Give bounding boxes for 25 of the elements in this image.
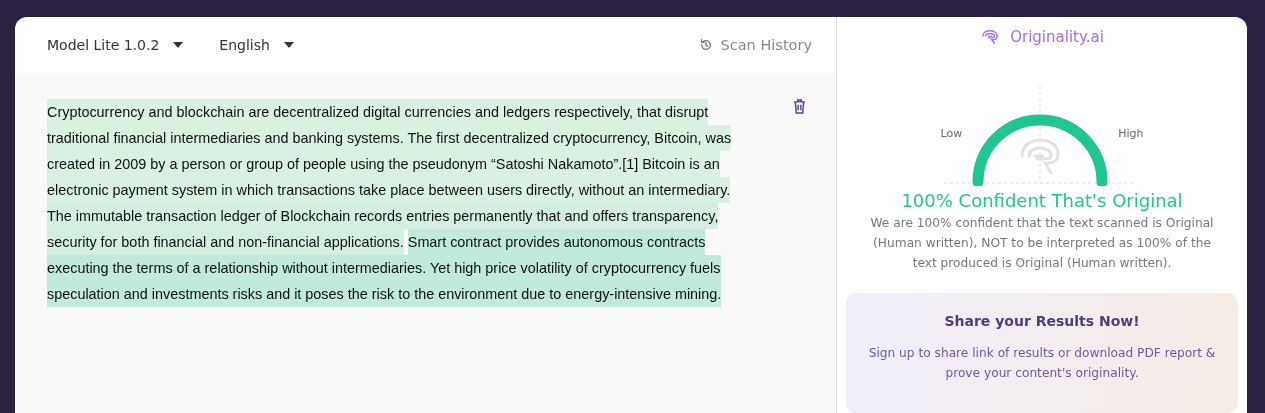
caret-icon <box>173 42 184 48</box>
trash-icon[interactable] <box>793 99 806 114</box>
model-dropdown[interactable]: Model Lite 1.0.2 <box>47 37 184 53</box>
brain-watermark-icon <box>1020 138 1060 175</box>
highlighted-text: speculation and investments risks and it poses the risk to the environment due to energy-intensive mining. <box>47 281 722 307</box>
highlighted-text: electronic payment system in which transactions take place between users directly, without an intermediary. <box>47 177 731 203</box>
highlighted-text: traditional financial intermediaries and banking systems. The first decentralized cryptocurrency, Bitcoin, was <box>47 125 732 151</box>
highlighted-text: security for both financial and non-financial applications. <box>47 229 404 255</box>
result-description: We are 100% confident that the text scanned is Original (Human written), NOT to be interpreted as 100% of the text produced is Original (Human written). <box>869 215 1215 272</box>
caret-icon <box>283 42 294 48</box>
highlighted-text: Smart contract provides autonomous contracts <box>407 229 706 255</box>
highlighted-text: The immutable transaction ledger of Blockchain records entries permanently that and offers transparency, <box>47 203 719 229</box>
language-dropdown[interactable]: English <box>219 37 294 53</box>
share-title: Share your Results Now! <box>944 313 1140 329</box>
high-label: High <box>1118 126 1144 140</box>
highlighted-text: executing the terms of a relationship without intermediaries. Yet high price volatility of cryptocurrency fuels <box>47 255 721 281</box>
result-title: 100% Confident That's Original <box>901 190 1183 211</box>
brain-icon <box>980 29 1001 45</box>
history-icon <box>698 38 713 52</box>
scan-history-button[interactable]: Scan History <box>698 37 812 53</box>
share-description: Sign up to share link of results or download PDF report & prove your content's originality. <box>867 345 1217 382</box>
low-label: Low <box>940 126 963 140</box>
highlighted-text: created in 2009 by a person or group of people using the pseudonym “Satoshi Nakamoto”.[1] Bitcoin is an <box>47 151 720 177</box>
highlighted-text: Cryptocurrency and blockchain are decentralized digital currencies and ledgers respectively, that disrupt <box>47 99 709 125</box>
brand-name: Originality.ai <box>1010 28 1104 46</box>
